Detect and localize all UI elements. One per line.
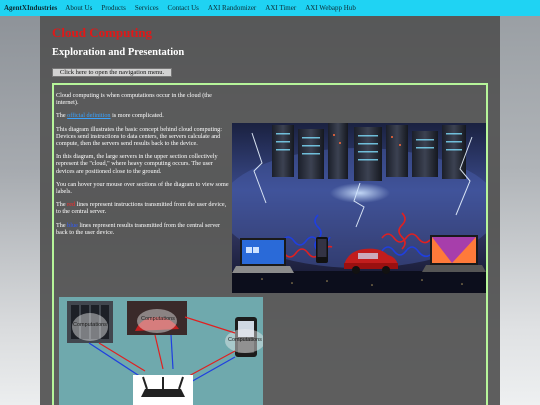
paragraph-definition: The official definition is more complica… [56,112,232,119]
phone-icon [316,237,328,263]
red-word: red [67,201,76,209]
computations-label-phone: Computations [228,337,262,343]
background-left [0,16,40,405]
device-diagram-illustration [67,301,263,405]
paragraph-diagram-layout: In this diagram, the large servers in th… [56,153,218,175]
server-rack-icon [272,123,466,181]
content-box: Cloud computing is when computations occ… [52,83,488,405]
open-navigation-menu-button[interactable]: Click here to open the navigation menu. [52,68,172,77]
red-lines-pre: The [56,201,68,209]
blue-lines-pre: The [56,221,68,229]
nav-link-axi-randomizer[interactable]: AXI Randomizer [208,4,256,12]
nav-link-services[interactable]: Services [135,4,159,12]
laptop-icon [422,235,486,272]
paragraph-hover-hint: You can hover your mouse over sections o… [56,180,229,196]
computations-label-servers: Computations [73,322,107,328]
cloud-computing-diagram[interactable] [232,123,486,293]
main-panel: Cloud Computing Exploration and Presenta… [40,16,500,405]
diagram-illustration [232,123,486,293]
blue-lines-post: lines represent results transmitted from… [56,221,221,236]
computations-label-car: Computations [141,316,175,322]
laptop-icon [232,238,294,273]
definition-post: is more complicated. [110,112,164,120]
nav-link-contact-us[interactable]: Contact Us [168,4,199,12]
paragraph-intro: Cloud computing is when computations occ… [56,92,212,107]
red-lines-post: lines represent instructions transmitted… [56,201,227,216]
brand-link[interactable]: AgentXIndustries [4,4,57,12]
description-text: Cloud computing is when computations occ… [56,92,232,242]
nav-link-products[interactable]: Products [101,4,126,12]
background-right [500,16,540,405]
device-diagram[interactable]: Computations Computations Computations [59,297,263,405]
definition-pre: The [56,112,68,120]
nav-link-about-us[interactable]: About Us [65,4,92,12]
paragraph-diagram-concept: This diagram illustrates the basic conce… [56,125,222,148]
nav-link-axi-timer[interactable]: AXI Timer [265,4,296,12]
paragraph-blue-lines: The blue lines represent results transmi… [56,222,232,236]
blue-word: blue [67,221,78,229]
page-title: Cloud Computing [52,25,153,40]
top-navbar: AgentXIndustries About Us Products Servi… [0,0,540,16]
router-icon [133,375,193,405]
official-definition-link[interactable]: official definition [67,112,110,119]
nav-link-axi-webapp-hub[interactable]: AXI Webapp Hub [305,4,356,12]
paragraph-red-lines: The red lines represent instructions tra… [56,201,232,215]
page-subtitle: Exploration and Presentation [52,47,185,58]
